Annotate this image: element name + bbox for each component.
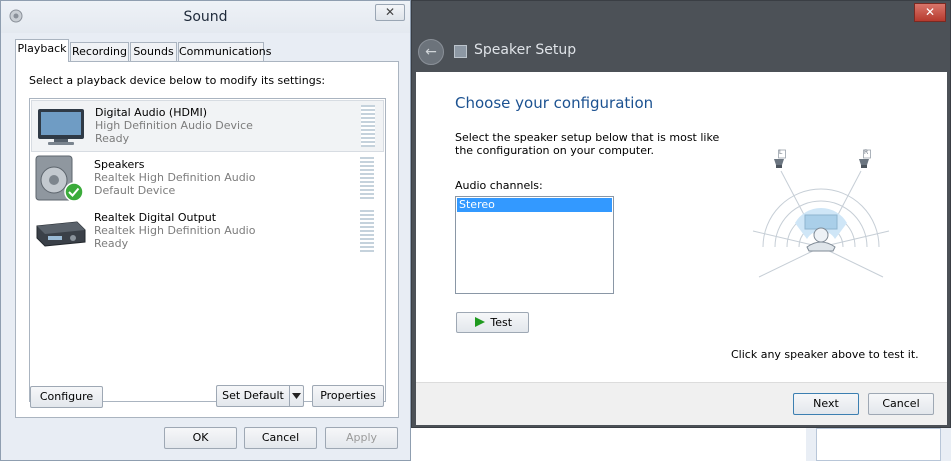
audio-channels-label: Audio channels: — [455, 179, 543, 192]
apply-button[interactable]: Apply — [325, 427, 398, 449]
speaker-setup-footer: Next Cancel — [416, 382, 947, 425]
speaker-setup-nav: ← Speaker Setup — [418, 37, 926, 67]
audio-channel-item[interactable]: Stereo — [457, 198, 612, 212]
device-status: Default Device — [94, 184, 176, 197]
audio-channels-list[interactable]: Stereo — [455, 196, 614, 294]
device-name: Realtek Digital Output — [94, 211, 217, 224]
device-status: Ready — [94, 237, 129, 250]
background-window-panel — [816, 428, 941, 461]
configuration-description: Select the speaker setup below that is m… — [455, 131, 720, 157]
tab-recording[interactable]: Recording — [70, 42, 129, 61]
device-name: Speakers — [94, 158, 145, 171]
device-status: Ready — [95, 132, 130, 145]
speaker-setup-dialog: ✕ ← Speaker Setup Choose your configurat… — [411, 0, 951, 428]
device-item-hdmi[interactable]: Digital Audio (HDMI) High Definition Aud… — [31, 100, 384, 152]
receiver-icon — [36, 221, 86, 247]
tab-sounds[interactable]: Sounds — [130, 42, 177, 61]
device-name: Digital Audio (HDMI) — [95, 106, 207, 119]
sound-titlebar[interactable]: Sound ✕ — [1, 1, 410, 33]
monitor-icon — [38, 109, 84, 145]
speaker-setup-title: Speaker Setup — [474, 42, 577, 58]
next-button[interactable]: Next — [793, 393, 859, 415]
ok-button[interactable]: OK — [164, 427, 237, 449]
left-speaker-icon[interactable]: L — [771, 149, 787, 169]
tab-playback[interactable]: Playback — [15, 39, 69, 62]
back-arrow-button[interactable]: ← — [418, 39, 444, 65]
speaker-setup-close-button[interactable]: ✕ — [914, 3, 946, 22]
set-default-button[interactable]: Set Default — [216, 385, 289, 407]
test-button[interactable]: Test — [456, 312, 529, 333]
test-hint: Click any speaker above to test it. — [731, 348, 919, 361]
playback-instruction: Select a playback device below to modify… — [29, 74, 326, 87]
sound-window-title: Sound — [183, 9, 228, 25]
device-item-digital-output[interactable]: Realtek Digital Output Realtek High Defi… — [31, 206, 384, 258]
volume-meter — [361, 105, 375, 147]
cancel-button[interactable]: Cancel — [244, 427, 317, 449]
playback-panel: Select a playback device below to modify… — [15, 61, 399, 418]
sound-close-button[interactable]: ✕ — [375, 4, 405, 21]
configuration-heading: Choose your configuration — [455, 94, 654, 112]
playback-device-list[interactable]: Digital Audio (HDMI) High Definition Aud… — [29, 98, 386, 402]
right-speaker-icon[interactable]: R — [856, 149, 872, 169]
device-driver: Realtek High Definition Audio — [94, 224, 256, 237]
properties-button[interactable]: Properties — [312, 385, 384, 407]
test-button-label: Test — [490, 316, 513, 329]
play-icon — [474, 317, 485, 327]
speaker-setup-content: Choose your configuration Select the spe… — [416, 72, 947, 382]
sound-dialog: Sound ✕ Playback Recording Sounds Commun… — [0, 0, 411, 461]
tab-communications[interactable]: Communications — [178, 42, 271, 61]
left-speaker-label: L — [779, 149, 783, 156]
volume-meter — [360, 157, 374, 199]
right-speaker-label: R — [864, 149, 869, 156]
speaker-setup-icon — [454, 45, 467, 58]
speaker-diagram — [752, 170, 890, 278]
device-item-speakers[interactable]: Speakers Realtek High Definition Audio D… — [31, 153, 384, 205]
device-driver: Realtek High Definition Audio — [94, 171, 256, 184]
device-driver: High Definition Audio Device — [95, 119, 253, 132]
configure-button[interactable]: Configure — [30, 386, 103, 408]
set-default-dropdown[interactable] — [289, 385, 304, 407]
speaker-icon — [35, 155, 84, 202]
volume-meter — [360, 210, 374, 252]
setup-cancel-button[interactable]: Cancel — [868, 393, 934, 415]
chevron-down-icon — [292, 393, 301, 399]
